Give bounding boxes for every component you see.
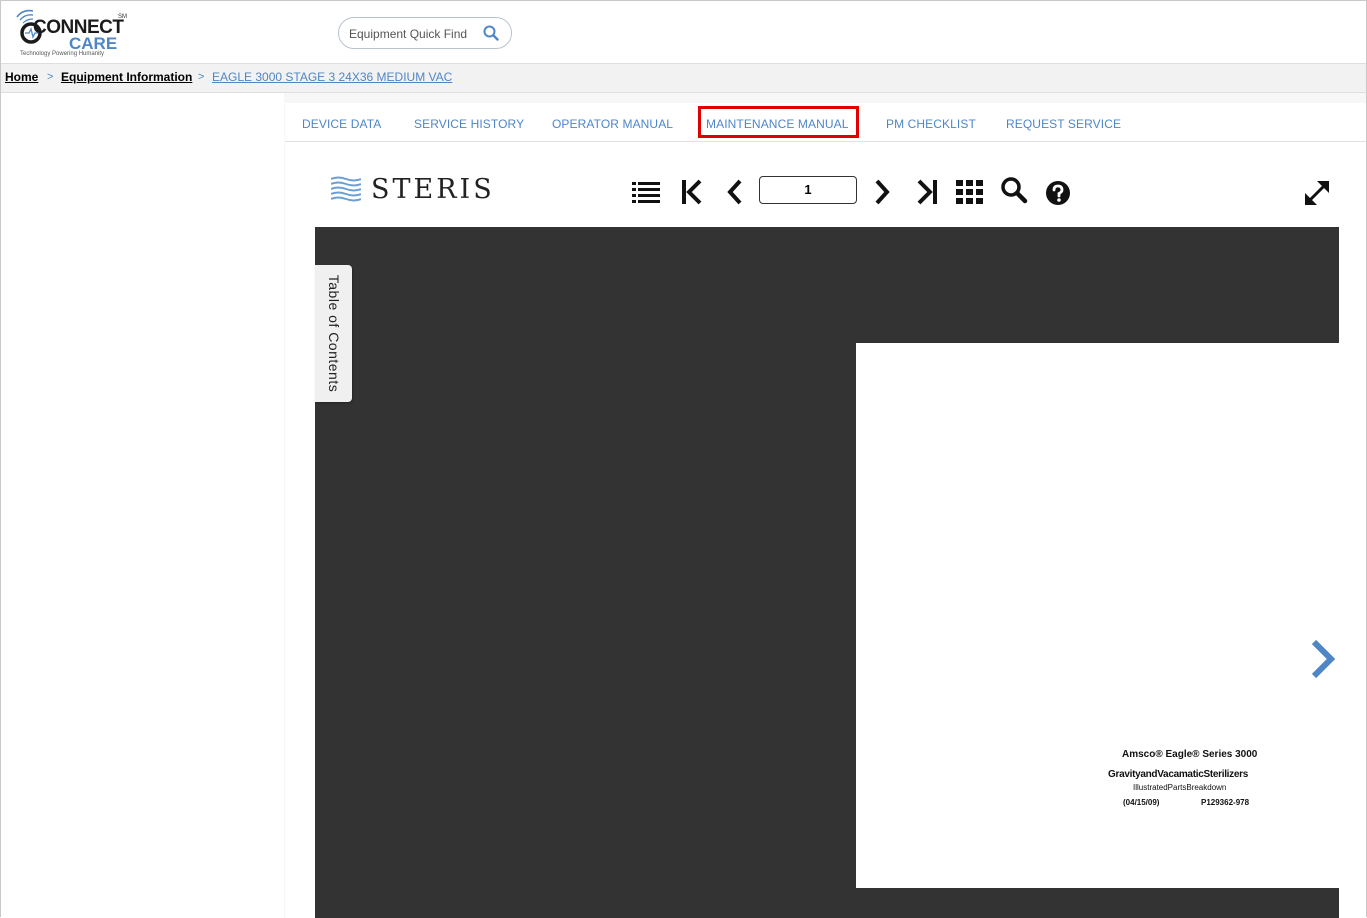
header: CONNECT SM CARE Technology Powering Huma… <box>1 1 1366 63</box>
steris-wave-icon <box>331 176 361 202</box>
left-sidebar <box>1 93 284 918</box>
logo-trademark: SM <box>118 14 127 20</box>
tab-bar: DEVICE DATA SERVICE HISTORY OPERATOR MAN… <box>285 103 1366 142</box>
doc-title: Amsco® Eagle® Series 3000 <box>1122 749 1258 760</box>
tab-pm-checklist[interactable]: PM CHECKLIST <box>886 117 976 131</box>
breadcrumb: Home > Equipment Information > EAGLE 300… <box>1 63 1366 93</box>
doc-subtitle: GravityandVacamaticSterilizers <box>1108 769 1248 780</box>
connect-care-logo[interactable]: CONNECT SM CARE Technology Powering Huma… <box>11 7 131 61</box>
search-input[interactable] <box>347 24 481 44</box>
list-icon[interactable] <box>632 178 660 206</box>
first-page-icon[interactable] <box>678 178 706 206</box>
previous-page-icon[interactable] <box>721 178 749 206</box>
doc-part-number: P129362-978 <box>1201 798 1250 807</box>
tab-maintenance-manual[interactable]: MAINTENANCE MANUAL <box>706 117 848 131</box>
equipment-quick-find <box>338 17 512 49</box>
page-number-input[interactable]: 1 <box>759 176 857 204</box>
document-page: Amsco® Eagle® Series 3000 GravityandVaca… <box>856 343 1339 888</box>
doc-date: (04/15/09) <box>1123 798 1160 807</box>
logo-tagline: Technology Powering Humanity <box>20 51 105 57</box>
doc-description: IllustratedPartsBreakdown <box>1133 783 1227 792</box>
fullscreen-icon[interactable] <box>1303 179 1331 207</box>
last-page-icon[interactable] <box>913 178 941 206</box>
breadcrumb-separator: > <box>198 71 205 83</box>
next-page-icon[interactable] <box>868 178 896 206</box>
steris-logo-text: STERIS <box>371 174 495 205</box>
breadcrumb-separator: > <box>47 71 54 83</box>
search-icon[interactable] <box>1000 176 1028 204</box>
tab-service-history[interactable]: SERVICE HISTORY <box>414 117 524 131</box>
tab-request-service[interactable]: REQUEST SERVICE <box>1006 117 1121 131</box>
tab-device-data[interactable]: DEVICE DATA <box>302 117 381 131</box>
tab-operator-manual[interactable]: OPERATOR MANUAL <box>552 117 673 131</box>
toc-label: Table of Contents <box>326 274 342 393</box>
search-icon[interactable] <box>483 25 499 41</box>
table-of-contents-tab[interactable]: Table of Contents <box>315 265 352 402</box>
next-page-arrow-icon[interactable] <box>1307 638 1339 680</box>
help-icon[interactable] <box>1044 179 1072 207</box>
breadcrumb-equipment-information[interactable]: Equipment Information <box>61 70 192 84</box>
breadcrumb-current-equipment[interactable]: EAGLE 3000 STAGE 3 24X36 MEDIUM VAC <box>212 70 452 84</box>
grid-icon[interactable] <box>956 178 984 206</box>
breadcrumb-home[interactable]: Home <box>5 70 38 84</box>
